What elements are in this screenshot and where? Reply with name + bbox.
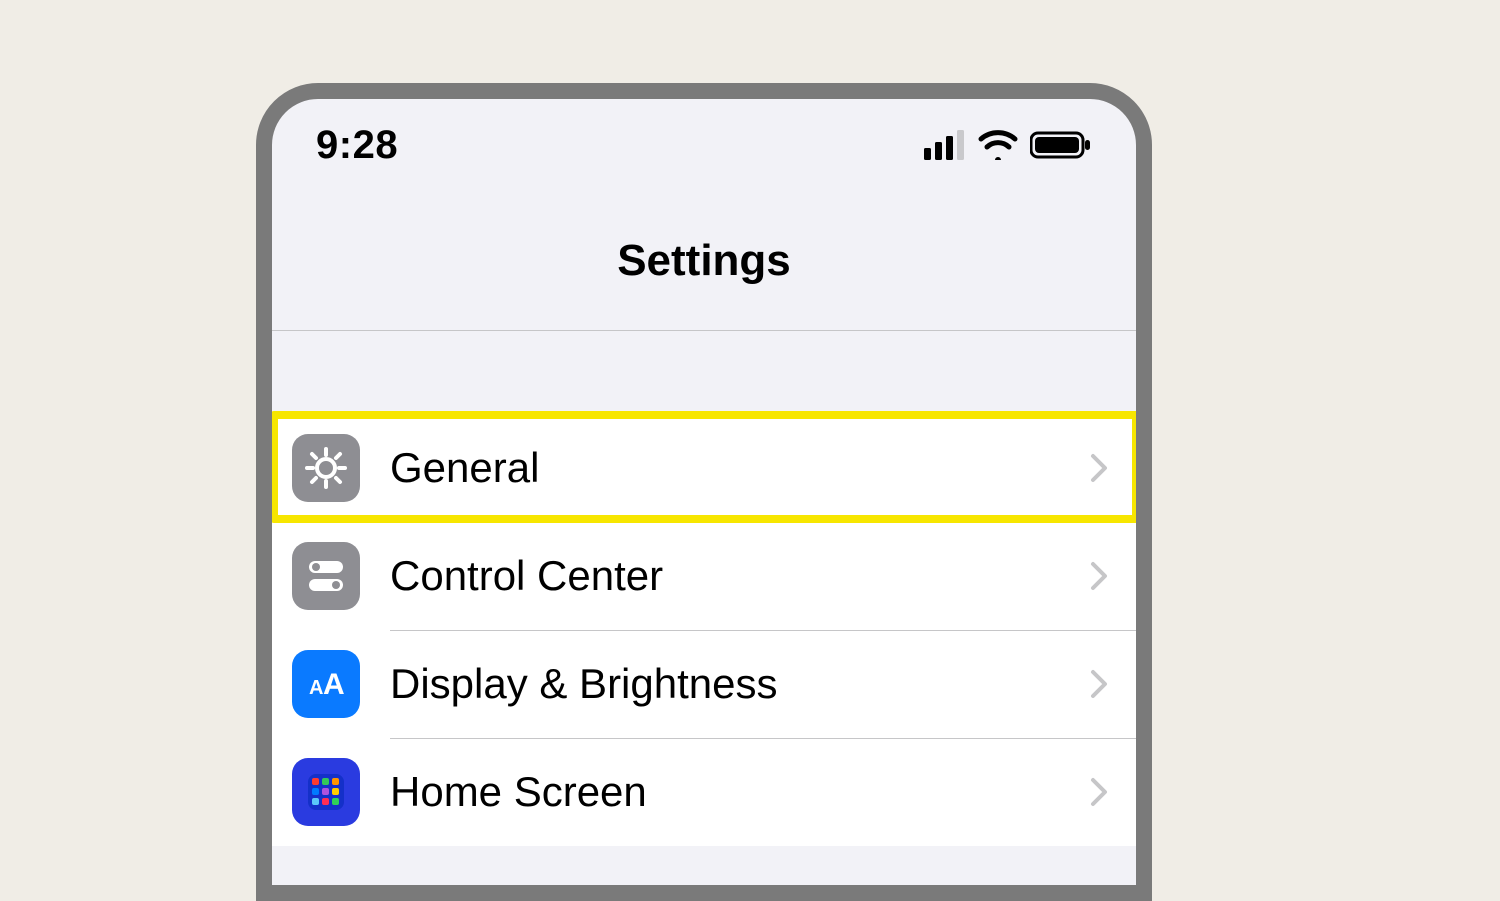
settings-row-general[interactable]: General: [272, 414, 1136, 522]
list-header-gap: [272, 331, 1136, 413]
status-bar: 9:28: [272, 99, 1136, 191]
chevron-right-icon: [1090, 777, 1108, 807]
settings-row-control-center-label: Control Center: [390, 552, 1090, 600]
settings-list: General Control Center: [272, 413, 1136, 846]
chevron-right-icon: [1090, 561, 1108, 591]
wifi-icon: [978, 130, 1018, 160]
battery-icon: [1030, 130, 1092, 160]
settings-row-home-screen-label: Home Screen: [390, 768, 1090, 816]
chevron-right-icon: [1090, 669, 1108, 699]
settings-row-general-label: General: [390, 444, 1090, 492]
phone-frame: 9:28: [256, 83, 1152, 901]
svg-text:A: A: [309, 677, 323, 699]
phone-screen: 9:28: [272, 99, 1136, 885]
chevron-right-icon: [1090, 453, 1108, 483]
settings-row-home-screen[interactable]: Home Screen: [272, 738, 1136, 846]
toggles-icon: [292, 542, 360, 610]
gear-icon: [292, 434, 360, 502]
stage: 9:28: [0, 0, 1500, 901]
nav-title-bar: Settings: [272, 191, 1136, 331]
text-size-icon: A A: [292, 650, 360, 718]
settings-row-control-center[interactable]: Control Center: [272, 522, 1136, 630]
status-time: 9:28: [316, 123, 398, 168]
settings-row-display-brightness[interactable]: A A Display & Brightness: [272, 630, 1136, 738]
page-title: Settings: [617, 236, 791, 286]
cellular-signal-icon: [924, 130, 966, 160]
settings-row-display-brightness-label: Display & Brightness: [390, 660, 1090, 708]
status-icons: [924, 130, 1092, 160]
svg-text:A: A: [323, 668, 345, 701]
home-screen-grid-icon: [292, 758, 360, 826]
